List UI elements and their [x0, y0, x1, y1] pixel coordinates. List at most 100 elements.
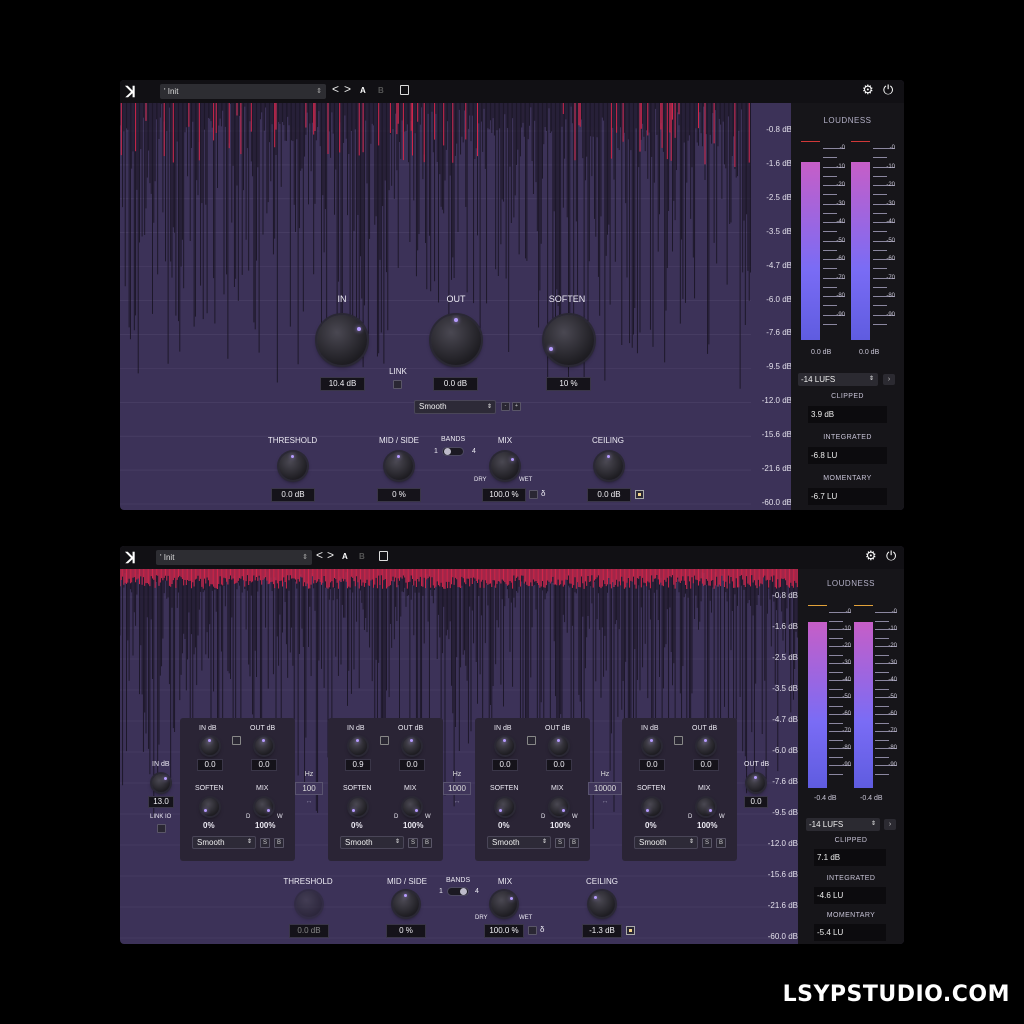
- preset-prev-button[interactable]: <: [332, 82, 339, 96]
- global-out-knob[interactable]: [747, 774, 765, 792]
- band-bypass-button[interactable]: B: [274, 838, 284, 848]
- band-link-toggle[interactable]: [232, 736, 241, 745]
- band-soften-value[interactable]: 0%: [351, 821, 363, 830]
- ceiling-value[interactable]: 0.0 dB: [587, 488, 631, 502]
- band-out-value[interactable]: 0.0: [251, 759, 277, 771]
- band-mix-knob[interactable]: [550, 798, 568, 816]
- global-out-value[interactable]: 0.0: [744, 796, 768, 808]
- bands-toggle[interactable]: [442, 447, 464, 456]
- band-link-toggle[interactable]: [674, 736, 683, 745]
- band-solo-button[interactable]: S: [702, 838, 712, 848]
- link-io-toggle[interactable]: [157, 824, 166, 833]
- band-mix-value[interactable]: 100%: [550, 821, 570, 830]
- band-bypass-button[interactable]: B: [716, 838, 726, 848]
- b-button[interactable]: B: [378, 86, 384, 95]
- link-toggle[interactable]: [393, 380, 402, 389]
- band-out-knob[interactable]: [255, 737, 273, 755]
- gear-icon[interactable]: ⚙: [862, 82, 874, 98]
- band-mix-knob[interactable]: [697, 798, 715, 816]
- ceiling-toggle[interactable]: [635, 490, 644, 499]
- band-out-value[interactable]: 0.0: [693, 759, 719, 771]
- lufs-next-button[interactable]: ›: [883, 374, 895, 385]
- threshold-value[interactable]: 0.0 dB: [271, 488, 315, 502]
- band-soften-knob[interactable]: [643, 798, 661, 816]
- ceiling-knob[interactable]: [589, 891, 615, 917]
- threshold-value[interactable]: 0.0 dB: [289, 924, 329, 938]
- band-soften-knob[interactable]: [201, 798, 219, 816]
- mode-minus-button[interactable]: -: [501, 402, 510, 411]
- lufs-target-select[interactable]: -14 LUFS ⇕: [806, 818, 880, 831]
- b-button[interactable]: B: [359, 552, 365, 561]
- ceiling-knob[interactable]: [595, 452, 623, 480]
- band-mix-knob[interactable]: [255, 798, 273, 816]
- ceiling-value[interactable]: -1.3 dB: [582, 924, 622, 938]
- power-icon[interactable]: ⏻: [883, 82, 893, 98]
- crossover-1-value[interactable]: 100: [295, 782, 323, 795]
- global-in-value[interactable]: 13.0: [148, 796, 174, 808]
- a-button[interactable]: A: [342, 552, 348, 561]
- mix-knob[interactable]: [491, 891, 517, 917]
- band-in-value[interactable]: 0.9: [345, 759, 371, 771]
- out-value[interactable]: 0.0 dB: [433, 377, 478, 391]
- midside-knob[interactable]: [393, 891, 419, 917]
- midside-value[interactable]: 0 %: [386, 924, 426, 938]
- out-knob[interactable]: [431, 315, 481, 365]
- band-out-knob[interactable]: [550, 737, 568, 755]
- soften-knob[interactable]: [544, 315, 594, 365]
- preset-selector[interactable]: ' Init ⇕: [160, 84, 326, 99]
- band-in-value[interactable]: 0.0: [492, 759, 518, 771]
- band-solo-button[interactable]: S: [408, 838, 418, 848]
- band-out-knob[interactable]: [697, 737, 715, 755]
- soften-value[interactable]: 10 %: [546, 377, 591, 391]
- band-in-knob[interactable]: [349, 737, 367, 755]
- crossover-3-value[interactable]: 10000: [588, 782, 622, 795]
- band-out-value[interactable]: 0.0: [546, 759, 572, 771]
- band-bypass-button[interactable]: B: [422, 838, 432, 848]
- preset-next-button[interactable]: >: [327, 548, 334, 562]
- midside-value[interactable]: 0 %: [377, 488, 421, 502]
- band-mode-select[interactable]: Smooth ⇕: [192, 836, 256, 849]
- band-soften-knob[interactable]: [496, 798, 514, 816]
- lufs-target-select[interactable]: -14 LUFS ⇕: [798, 373, 878, 386]
- band-in-value[interactable]: 0.0: [197, 759, 223, 771]
- gear-icon[interactable]: ⚙: [865, 548, 877, 564]
- band-solo-button[interactable]: S: [555, 838, 565, 848]
- crossover-2-value[interactable]: 1000: [443, 782, 471, 795]
- global-in-knob[interactable]: [152, 774, 170, 792]
- band-mix-value[interactable]: 100%: [255, 821, 275, 830]
- band-in-knob[interactable]: [201, 737, 219, 755]
- band-mode-select[interactable]: Smooth ⇕: [487, 836, 551, 849]
- mix-value[interactable]: 100.0 %: [484, 924, 524, 938]
- band-in-knob[interactable]: [496, 737, 514, 755]
- copy-icon[interactable]: [400, 85, 409, 95]
- band-in-knob[interactable]: [643, 737, 661, 755]
- band-mode-select[interactable]: Smooth ⇕: [340, 836, 404, 849]
- band-bypass-button[interactable]: B: [569, 838, 579, 848]
- band-soften-knob[interactable]: [349, 798, 367, 816]
- preset-next-button[interactable]: >: [344, 82, 351, 96]
- band-mode-select[interactable]: Smooth ⇕: [634, 836, 698, 849]
- in-value[interactable]: 10.4 dB: [320, 377, 365, 391]
- band-mix-knob[interactable]: [403, 798, 421, 816]
- bands-toggle[interactable]: [447, 887, 469, 896]
- in-knob[interactable]: [317, 315, 367, 365]
- band-link-toggle[interactable]: [380, 736, 389, 745]
- delta-toggle[interactable]: [529, 490, 538, 499]
- band-mix-value[interactable]: 100%: [403, 821, 423, 830]
- mode-plus-button[interactable]: +: [512, 402, 521, 411]
- band-solo-button[interactable]: S: [260, 838, 270, 848]
- threshold-knob[interactable]: [296, 891, 322, 917]
- mix-value[interactable]: 100.0 %: [482, 488, 526, 502]
- delta-toggle[interactable]: [528, 926, 537, 935]
- a-button[interactable]: A: [360, 86, 366, 95]
- band-out-value[interactable]: 0.0: [399, 759, 425, 771]
- preset-selector[interactable]: ' Init ⇕: [156, 550, 312, 565]
- band-soften-value[interactable]: 0%: [203, 821, 215, 830]
- band-link-toggle[interactable]: [527, 736, 536, 745]
- power-icon[interactable]: ⏻: [886, 548, 896, 564]
- band-mix-value[interactable]: 100%: [697, 821, 717, 830]
- copy-icon[interactable]: [379, 551, 388, 561]
- midside-knob[interactable]: [385, 452, 413, 480]
- band-soften-value[interactable]: 0%: [645, 821, 657, 830]
- band-in-value[interactable]: 0.0: [639, 759, 665, 771]
